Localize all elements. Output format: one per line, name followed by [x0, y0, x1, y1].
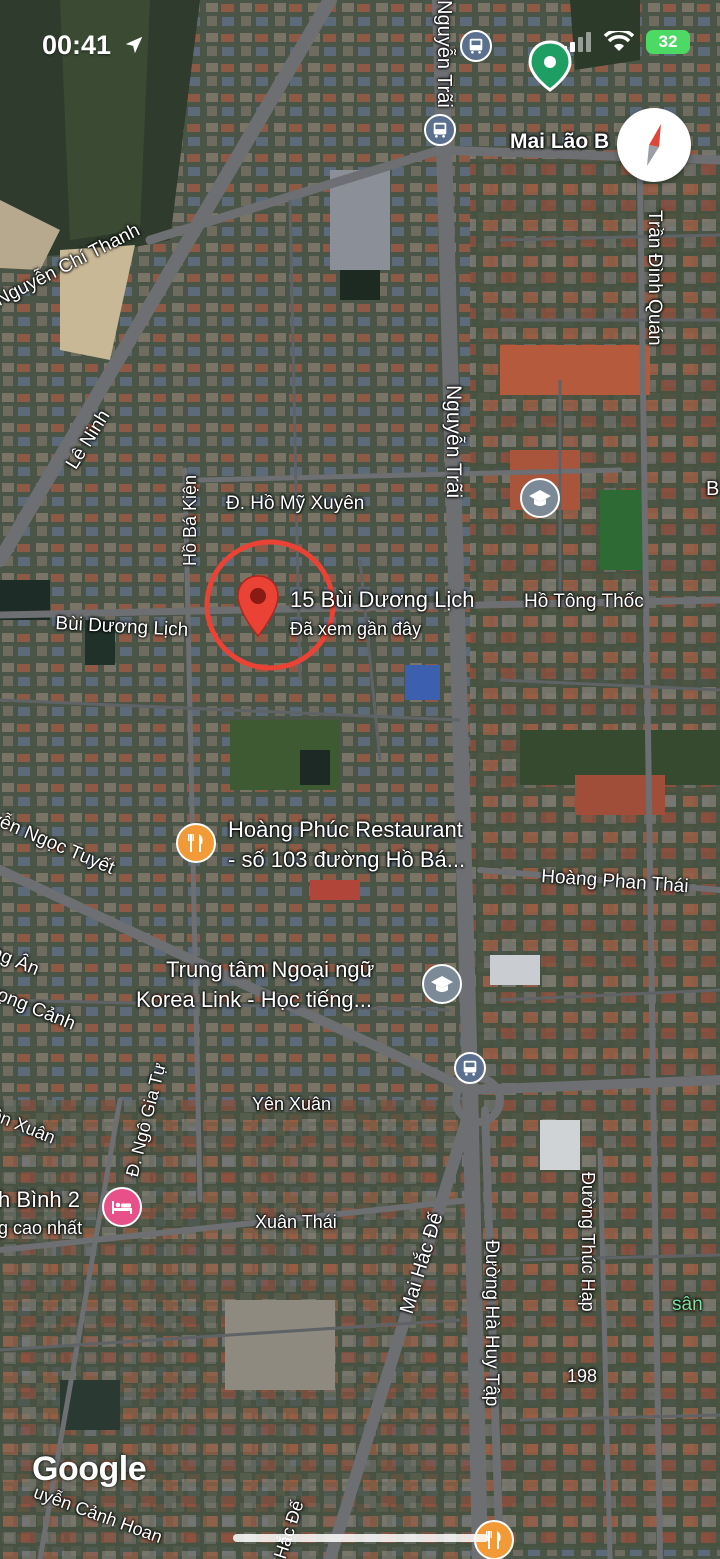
street-label-nguyen-trai: Nguyễn Trãi	[442, 385, 465, 499]
bus-stop-icon[interactable]	[460, 30, 492, 62]
google-logo: Google	[32, 1450, 147, 1488]
home-indicator[interactable]	[233, 1534, 489, 1542]
street-label-b-edge: B	[706, 478, 720, 500]
compass-icon	[647, 124, 661, 166]
status-time: 00:41	[42, 30, 145, 61]
hotel-name-line1[interactable]: h Bình 2	[0, 1186, 80, 1214]
hotel-icon[interactable]	[102, 1187, 142, 1227]
street-label-ho-tong-thoc: Hồ Tông Thốc	[524, 591, 644, 612]
battery-level: 32	[658, 32, 678, 51]
restaurant-icon[interactable]	[176, 823, 216, 863]
street-label-ho-ba-kien: Hồ Bá Kiện	[180, 474, 200, 566]
location-arrow-icon	[125, 36, 142, 54]
street-label-ho-my-xuyen: Đ. Hồ Mỹ Xuyên	[226, 493, 365, 514]
hotel-name-line2: g cao nhất	[0, 1218, 83, 1238]
battery-indicator: 32	[646, 30, 690, 54]
street-label-ha-huy-tap: Đường Hà Huy Tập	[481, 1240, 502, 1407]
street-label-mai-lao-bang: Mai Lão B	[510, 130, 610, 153]
bus-stop-icon[interactable]	[454, 1052, 486, 1084]
restaurant-name-line2[interactable]: - số 103 đường Hồ Bá...	[228, 846, 465, 874]
street-label-thuc-hap: Đường Thúc Hạp	[578, 1172, 598, 1312]
street-label-san: sân	[672, 1294, 703, 1315]
compass-button[interactable]	[617, 108, 691, 182]
time-text: 00:41	[42, 30, 112, 60]
status-indicators: 32	[562, 30, 690, 54]
bus-stop-icon[interactable]	[424, 114, 456, 146]
school-icon[interactable]	[520, 478, 560, 518]
place-marker-icon[interactable]	[527, 40, 573, 92]
restaurant-name-line1[interactable]: Hoàng Phúc Restaurant	[228, 816, 463, 844]
selected-place-name[interactable]: 15 Bùi Dương Lịch	[290, 586, 474, 614]
street-label-yen-xuan: Yên Xuân	[252, 1094, 332, 1114]
street-label-nguyen-trai-top: Nguyễn Trãi	[433, 0, 455, 108]
selected-place-subtitle: Đã xem gần đây	[290, 619, 422, 639]
school-name-line2[interactable]: Korea Link - Học tiếng...	[136, 986, 372, 1014]
street-label-198: 198	[567, 1366, 598, 1386]
status-bar: 00:41 32	[0, 0, 720, 90]
school-name-line1[interactable]: Trung tâm Ngoại ngữ	[166, 956, 374, 984]
red-location-pin-icon[interactable]	[236, 574, 280, 638]
wifi-icon	[604, 31, 634, 51]
school-icon[interactable]	[422, 964, 462, 1004]
street-label-tran-dinh-quan: Trần Đình Quán	[644, 210, 665, 346]
street-label-xuan-thai: Xuân Thái	[255, 1212, 337, 1232]
